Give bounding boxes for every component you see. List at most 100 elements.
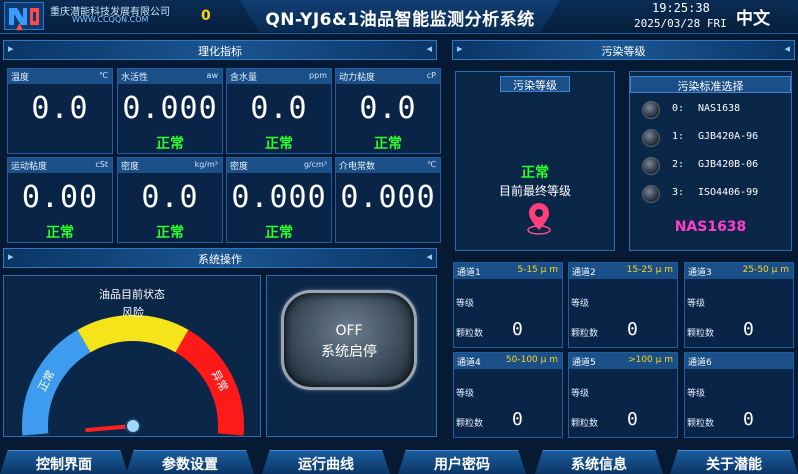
- metric-unit: ℃: [99, 71, 108, 80]
- nav-sysinfo[interactable]: 系统信息: [535, 450, 663, 474]
- alarm-count: 0: [201, 8, 211, 24]
- nav-params[interactable]: 参数设置: [126, 450, 254, 474]
- metric-status: 正常: [156, 136, 184, 152]
- metric-name: 动力粘度: [339, 73, 376, 83]
- system-start-stop-button[interactable]: OFF 系统启停: [281, 290, 417, 390]
- standard-option-1[interactable]: 1: GJB420A-96: [642, 127, 782, 149]
- metric-name: 介电常数: [339, 162, 376, 172]
- channel-level-label: 等级: [456, 299, 475, 309]
- language-button[interactable]: 中文: [736, 4, 770, 29]
- metric-card-water-activity: 水活性 aw 0.000 正常: [117, 68, 223, 154]
- metric-name: 水活性: [121, 73, 149, 83]
- pollution-status: 正常: [521, 165, 549, 181]
- channel-card-1: 通道1 5-15 μ m 等级 颗粒数 0: [453, 262, 563, 348]
- channel-level-label: 等级: [687, 299, 706, 309]
- channel-name: 通道4: [457, 358, 481, 368]
- standard-option-3[interactable]: 3: ISO4406-99: [642, 183, 782, 205]
- channel-count: 0: [743, 409, 754, 430]
- channel-count: 0: [512, 319, 523, 340]
- metric-unit: kg/m³: [194, 160, 218, 169]
- channel-range: 50-100 μ m: [505, 355, 558, 365]
- page-title: QN-YJ6&1油品智能监测分析系统: [265, 10, 535, 30]
- pollution-level-panel: 污染等级 正常 目前最终等级: [455, 71, 615, 251]
- channel-name: 通道3: [688, 268, 712, 278]
- radio-button[interactable]: [642, 157, 660, 175]
- metric-status: 正常: [156, 225, 184, 241]
- channel-card-3: 通道3 25-50 μ m 等级 颗粒数 0: [684, 262, 794, 348]
- metric-card-density-g: 密度 g/cm³ 0.000 正常: [226, 157, 332, 243]
- metric-unit: cSt: [95, 160, 108, 169]
- gauge-segment-risk: [77, 315, 189, 353]
- company-logo: [4, 2, 44, 30]
- channel-card-5: 通道5 >100 μ m 等级 颗粒数 0: [568, 352, 678, 438]
- metric-name: 运动粘度: [11, 162, 48, 172]
- metric-card-density-kg: 密度 kg/m³ 0.0 正常: [117, 157, 223, 243]
- section-physchem-header: ▸ 理化指标 ◂: [3, 40, 437, 60]
- bell-icon: ▲: [16, 22, 23, 32]
- channel-range: 25-50 μ m: [742, 265, 789, 275]
- metric-name: 温度: [11, 73, 30, 83]
- channel-count-label: 颗粒数: [687, 419, 715, 429]
- nav-password[interactable]: 用户密码: [398, 450, 526, 474]
- arrow-left-icon: ◂: [784, 42, 790, 55]
- section-system-op-header: ▸ 系统操作 ◂: [3, 248, 437, 268]
- metric-value: 0.0: [250, 91, 308, 126]
- arrow-left-icon: ◂: [426, 250, 432, 263]
- metric-value: 0.000: [231, 180, 327, 215]
- channel-count-label: 颗粒数: [687, 329, 715, 339]
- metric-value: 0.0: [141, 180, 199, 215]
- metric-unit: cP: [426, 71, 436, 80]
- channel-level-label: 等级: [687, 389, 706, 399]
- channel-count-label: 颗粒数: [456, 329, 484, 339]
- final-level-label: 目前最终等级: [498, 184, 571, 198]
- oil-status-gauge: 正常 风险 异常: [22, 305, 244, 436]
- pollution-level-title: 污染等级: [513, 79, 557, 92]
- channel-range: 15-25 μ m: [626, 265, 673, 275]
- standard-option-2[interactable]: 2: GJB420B-06: [642, 155, 782, 177]
- section-system-op-title: 系统操作: [198, 253, 242, 266]
- metric-card-temperature: 温度 ℃ 0.0: [7, 68, 113, 154]
- standard-option-0[interactable]: 0: NAS1638: [642, 99, 782, 121]
- company-website: WWW.CCQQN.COM: [72, 15, 149, 24]
- standard-option-name: ISO4406-99: [698, 187, 759, 198]
- gauge-hub: [125, 418, 141, 434]
- channel-name: 通道6: [688, 358, 712, 368]
- standard-option-name: GJB420B-06: [698, 159, 759, 170]
- channel-count: 0: [743, 319, 754, 340]
- channel-count-label: 颗粒数: [456, 419, 484, 429]
- radio-button[interactable]: [642, 129, 660, 147]
- standard-option-index: 1:: [672, 131, 685, 142]
- selected-standard: NAS1638: [674, 219, 747, 235]
- location-pin-icon: [527, 203, 551, 235]
- metric-unit: g/cm³: [303, 160, 327, 169]
- section-physchem-title: 理化指标: [198, 45, 242, 58]
- channel-count: 0: [512, 409, 523, 430]
- nav-curves[interactable]: 运行曲线: [262, 450, 390, 474]
- nav-about[interactable]: 关于潜能: [670, 450, 798, 474]
- clock-time: 19:25:38: [652, 1, 710, 15]
- metric-name: 密度: [121, 162, 140, 172]
- metric-unit: ppm: [309, 71, 327, 80]
- channel-card-6: 通道6 等级 颗粒数 0: [684, 352, 794, 438]
- metric-value: 0.0: [31, 91, 89, 126]
- radio-button[interactable]: [642, 101, 660, 119]
- start-button-label: 系统启停: [321, 344, 377, 360]
- channel-count: 0: [627, 319, 638, 340]
- channel-range: >100 μ m: [628, 355, 673, 365]
- metric-status: 正常: [265, 136, 293, 152]
- standard-option-index: 2:: [672, 159, 685, 170]
- metric-unit: ℃: [427, 160, 436, 169]
- channel-name: 通道2: [572, 268, 596, 278]
- channel-level-label: 等级: [571, 299, 590, 309]
- channel-name: 通道1: [457, 268, 481, 278]
- section-pollution-header: ▸ 污染等级 ◂: [452, 40, 795, 60]
- standard-option-name: NAS1638: [698, 103, 741, 114]
- metric-status: 正常: [374, 136, 402, 152]
- standard-panel-title: 污染标准选择: [677, 80, 744, 93]
- nav-control[interactable]: 控制界面: [0, 450, 128, 474]
- section-pollution-title: 污染等级: [601, 45, 646, 58]
- radio-button[interactable]: [642, 185, 660, 203]
- start-button-state: OFF: [335, 323, 363, 339]
- arrow-left-icon: ◂: [426, 42, 432, 55]
- metric-value: 0.000: [122, 91, 218, 126]
